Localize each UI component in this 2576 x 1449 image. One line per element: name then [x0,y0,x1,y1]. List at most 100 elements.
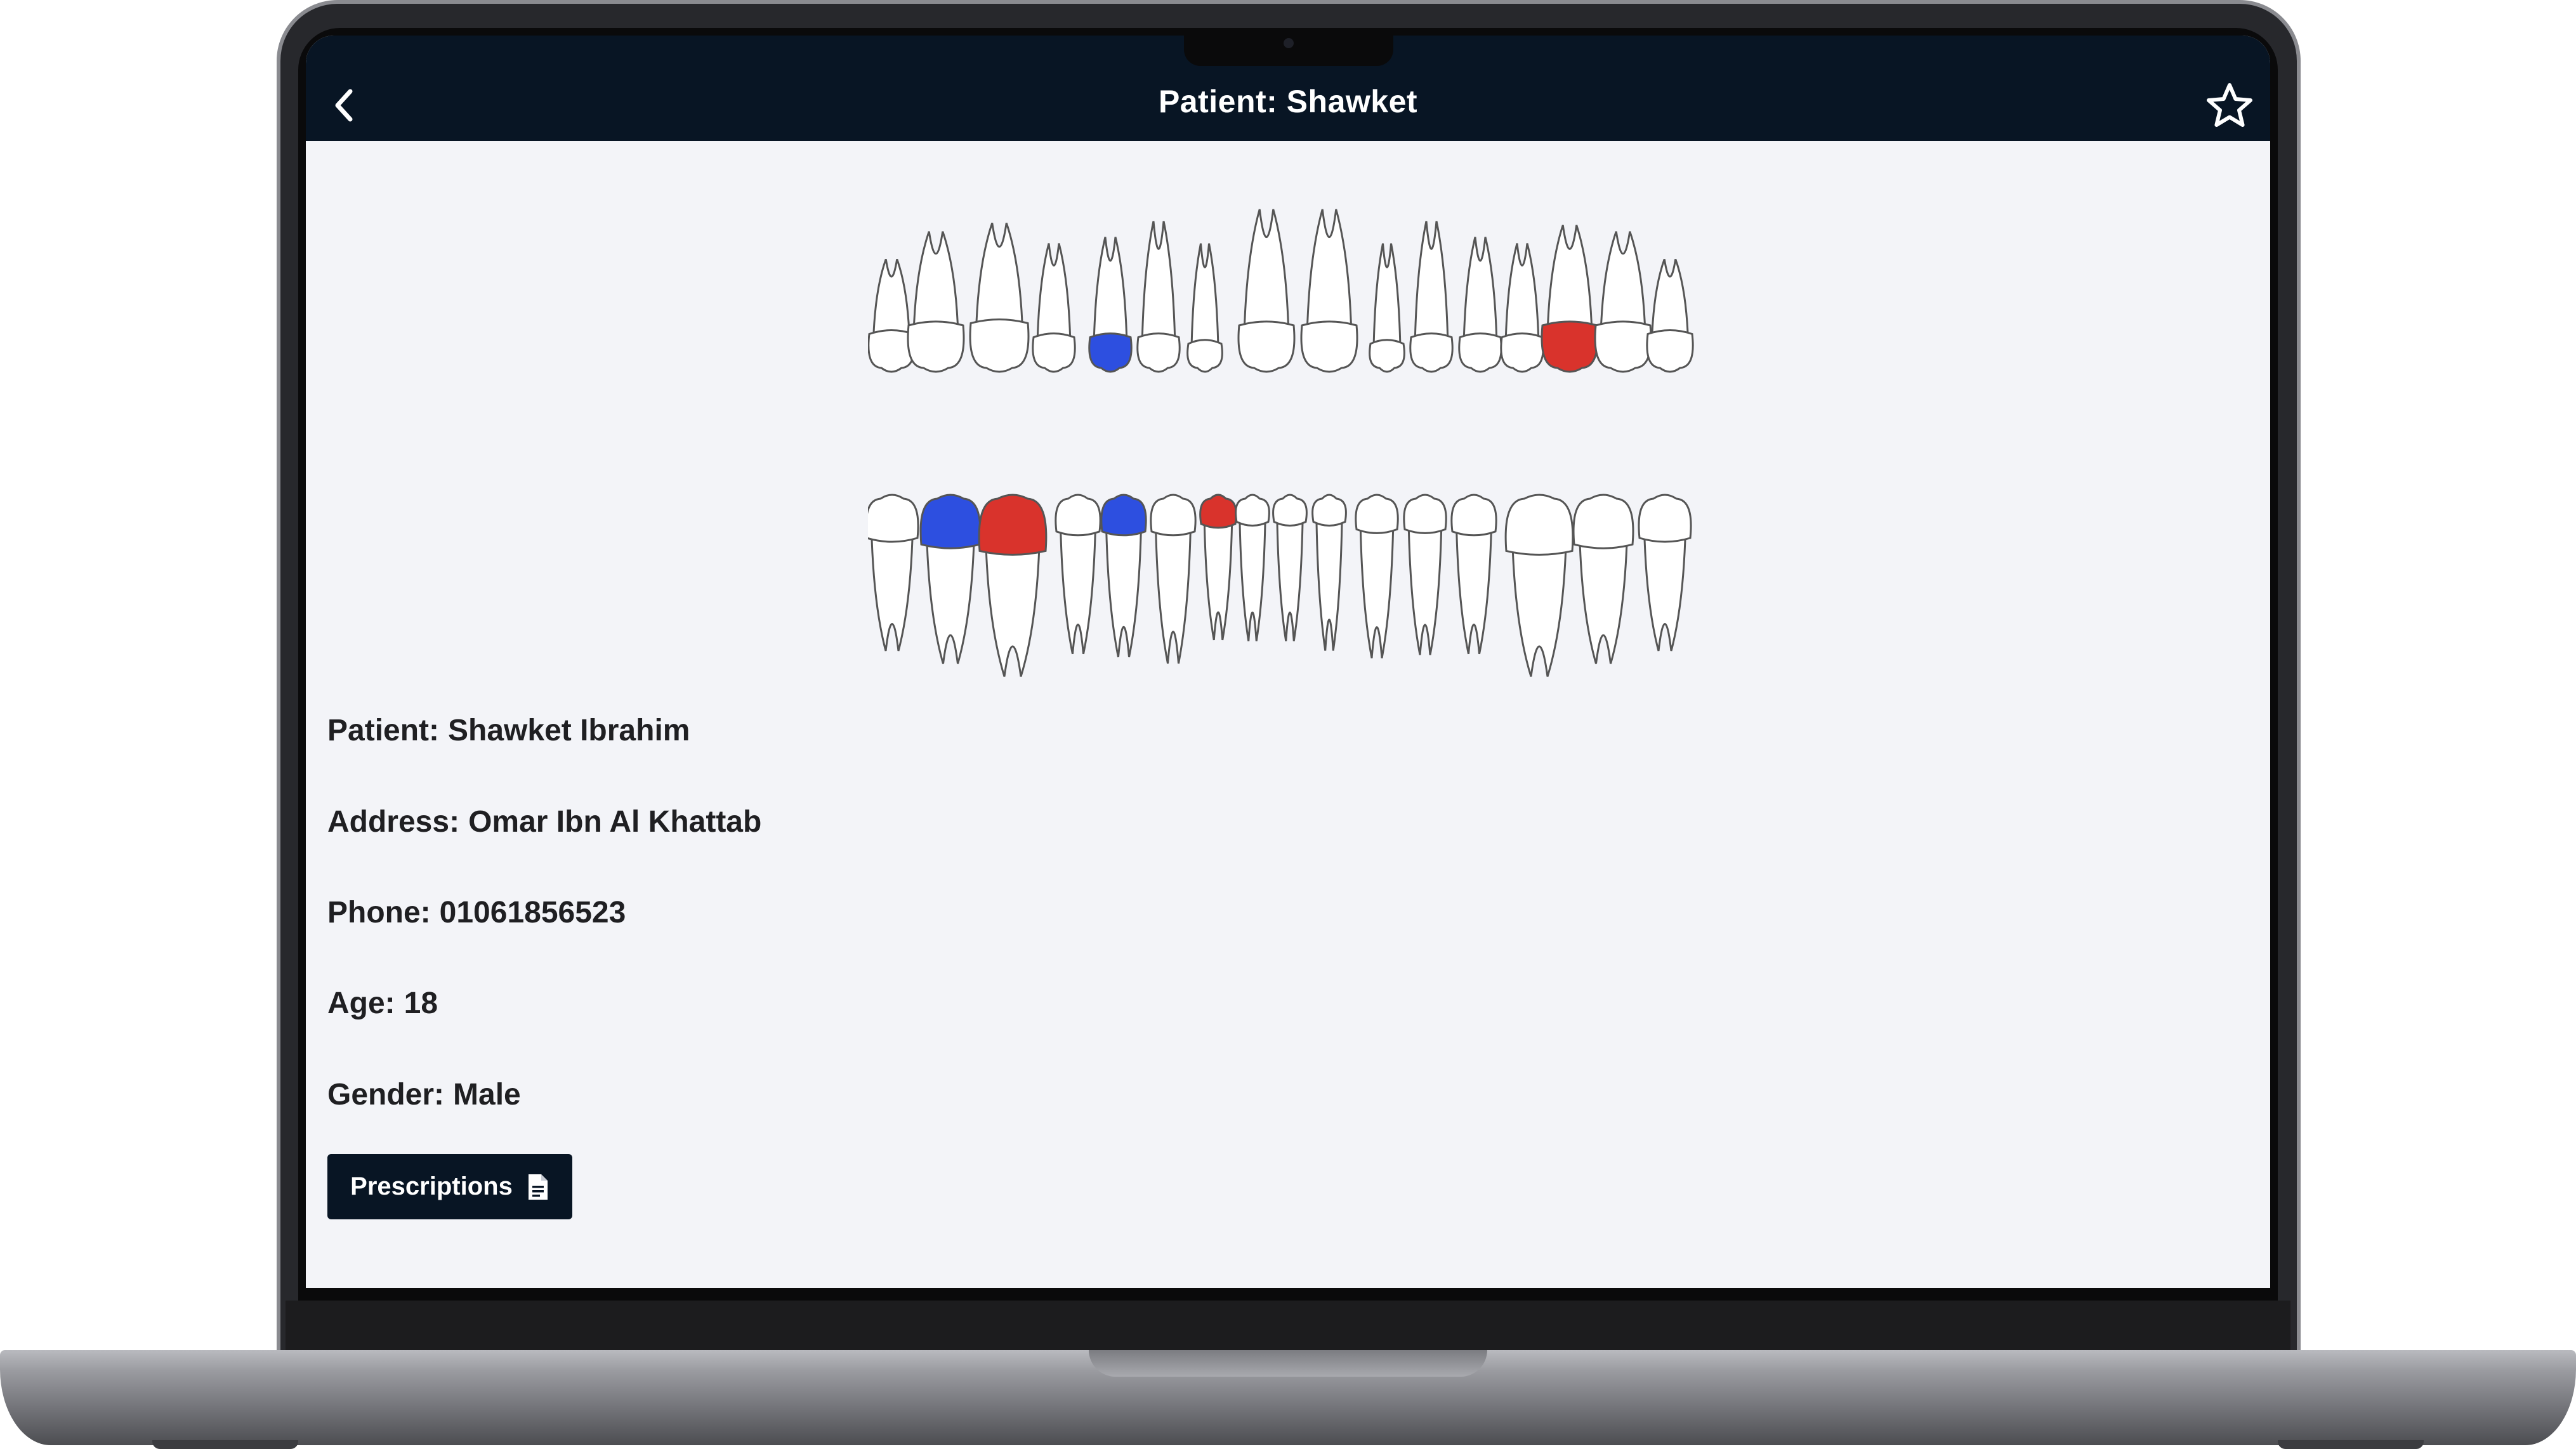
tooth-crown [1403,494,1447,534]
tooth-crown [1638,494,1692,543]
lower-tooth[interactable] [1150,494,1197,664]
lower-tooth[interactable] [1638,494,1692,652]
patient-gender-label: Gender: [327,1078,445,1111]
tooth-root [985,552,1041,677]
lower-tooth[interactable] [919,494,982,664]
tooth-crown [1300,320,1358,373]
tooth-crown [907,320,965,373]
tooth-crown [1541,320,1599,373]
tooth-root [1456,532,1492,655]
tooth-crown [919,494,982,549]
upper-tooth[interactable] [1032,243,1076,373]
tooth-root [1651,258,1689,333]
lower-tooth[interactable] [1199,494,1237,641]
laptop-chin [286,1301,2290,1350]
tooth-crown [1504,494,1574,556]
upper-tooth[interactable] [1136,221,1181,373]
lower-tooth[interactable] [1272,494,1308,641]
favorite-button[interactable] [2204,80,2255,131]
tooth-root [913,231,959,324]
tooth-crown [1409,332,1454,373]
tooth-root [1141,221,1176,336]
tooth-root [1060,532,1096,655]
patient-phone-label: Phone: [327,896,431,929]
prescriptions-button[interactable]: Prescriptions [327,1154,572,1219]
patient-address-row: Address: Omar Ibn Al Khattab [327,804,761,839]
tooth-crown [1100,494,1147,537]
tooth-crown [1150,494,1197,537]
app-screen: Patient: Shawket Patient: Shawket Ibrahim… [306,36,2270,1288]
upper-tooth[interactable] [1237,209,1296,373]
patient-age-row: Age: 18 [327,986,438,1021]
lower-tooth[interactable] [1355,494,1399,659]
patient-phone-value: 01061856523 [439,896,626,929]
tooth-root [1414,221,1449,336]
patient-phone-row: Phone: 01061856523 [327,895,626,930]
tooth-crown [1311,494,1347,527]
tooth-root [1504,243,1540,336]
tooth-crown [1272,494,1308,527]
patient-name-row: Patient: Shawket Ibrahim [327,713,690,748]
tooth-crown [1646,329,1694,373]
page-title: Patient: Shawket [1158,84,1418,119]
tooth-root [1244,209,1289,324]
tooth-crown [1572,494,1634,549]
tooth-crown [1186,339,1223,373]
lower-tooth[interactable] [1235,494,1270,641]
upper-tooth[interactable] [1409,221,1454,373]
upper-tooth[interactable] [1541,225,1599,373]
patient-address-value: Omar Ibn Al Khattab [468,805,762,839]
patient-age-value: 18 [404,987,438,1020]
upper-tooth[interactable] [907,231,965,373]
tooth-root [1036,243,1072,336]
lower-tooth[interactable] [1055,494,1101,655]
document-icon [528,1174,548,1200]
tooth-root [975,223,1023,322]
tooth-root [1239,523,1266,641]
laptop-hinge [1089,1350,1487,1377]
tooth-root [1547,225,1593,324]
lower-tooth[interactable] [1504,494,1574,677]
tooth-root [1462,237,1498,336]
upper-tooth[interactable] [1369,243,1405,373]
upper-tooth[interactable] [1646,258,1694,373]
camera-icon [1284,38,1294,48]
prescriptions-button-label: Prescriptions [350,1172,513,1200]
tooth-crown [1199,494,1237,529]
upper-tooth[interactable] [1088,237,1133,373]
tooth-crown [1136,332,1181,373]
dental-chart [868,209,1694,677]
lower-tooth[interactable] [868,494,919,652]
patient-age-label: Age: [327,987,395,1020]
laptop-foot [2278,1440,2424,1449]
lower-tooth[interactable] [1100,494,1147,658]
lower-tooth[interactable] [1311,494,1347,651]
tooth-root [1276,523,1304,641]
tooth-root [1407,530,1443,655]
tooth-root [1093,237,1128,336]
tooth-crown [1355,494,1399,534]
lower-tooth[interactable] [1403,494,1447,655]
upper-tooth[interactable] [868,258,916,373]
upper-tooth[interactable] [1500,243,1544,373]
tooth-root [1155,532,1192,664]
lower-tooth[interactable] [1572,494,1634,664]
patient-name-value: Shawket Ibrahim [448,714,690,747]
tooth-root [1203,525,1233,641]
tooth-crown [1458,332,1502,373]
tooth-root [872,258,910,333]
upper-tooth[interactable] [1186,243,1223,373]
lower-tooth[interactable] [1450,494,1497,655]
tooth-root [1359,530,1395,659]
patient-gender-value: Male [453,1078,521,1111]
patient-address-label: Address: [327,805,460,839]
tooth-root [1643,539,1686,652]
tooth-crown [1237,320,1296,373]
tooth-root [1511,552,1567,677]
upper-tooth[interactable] [1594,231,1652,373]
upper-tooth[interactable] [969,223,1030,373]
upper-tooth[interactable] [1458,237,1502,373]
upper-tooth[interactable] [1300,209,1358,373]
lower-tooth[interactable] [978,494,1048,677]
tooth-crown [969,318,1030,373]
